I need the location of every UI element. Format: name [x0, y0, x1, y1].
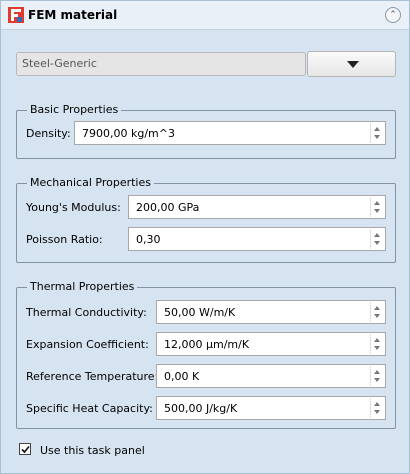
- reference-temperature-value: 0,00 K: [164, 370, 200, 383]
- checkmark-icon: [21, 445, 30, 454]
- expansion-coefficient-value: 12,000 µm/m/K: [164, 338, 250, 351]
- poisson-ratio-value: 0,30: [136, 233, 161, 246]
- spin-buttons[interactable]: [370, 302, 384, 322]
- chevron-down-icon: [347, 61, 359, 68]
- expansion-coefficient-label: Expansion Coefficient:: [26, 338, 149, 351]
- group-title: Mechanical Properties: [27, 176, 154, 189]
- thermal-properties-group: Thermal Properties Thermal Conductivity:…: [16, 280, 396, 429]
- group-title: Thermal Properties: [27, 280, 138, 293]
- expansion-coefficient-field[interactable]: 12,000 µm/m/K: [156, 332, 386, 356]
- density-value: 7900,00 kg/m^3: [82, 127, 175, 140]
- thermal-conductivity-label: Thermal Conductivity:: [26, 306, 147, 319]
- basic-properties-group: Basic Properties Density: 7900,00 kg/m^3: [16, 103, 396, 159]
- density-label: Density:: [26, 127, 71, 140]
- reference-temperature-label: Reference Temperature:: [26, 370, 159, 383]
- spin-buttons[interactable]: [370, 366, 384, 386]
- collapse-icon[interactable]: ⌃: [385, 7, 401, 23]
- task-panel: FEM material ⌃ Steel-Generic Basic Prope…: [0, 0, 410, 474]
- youngs-modulus-label: Young's Modulus:: [26, 201, 121, 214]
- specific-heat-capacity-value: 500,00 J/kg/K: [164, 402, 238, 415]
- poisson-ratio-label: Poisson Ratio:: [26, 233, 103, 246]
- spin-buttons[interactable]: [370, 229, 384, 249]
- youngs-modulus-field[interactable]: 200,00 GPa: [128, 195, 386, 219]
- poisson-ratio-field[interactable]: 0,30: [128, 227, 386, 251]
- thermal-conductivity-value: 50,00 W/m/K: [164, 306, 236, 319]
- group-title: Basic Properties: [27, 103, 122, 116]
- use-task-panel-label: Use this task panel: [40, 444, 145, 457]
- thermal-conductivity-field[interactable]: 50,00 W/m/K: [156, 300, 386, 324]
- specific-heat-capacity-label: Specific Heat Capacity:: [26, 402, 153, 415]
- spin-buttons[interactable]: [370, 398, 384, 418]
- material-select[interactable]: Steel-Generic: [16, 52, 306, 76]
- mechanical-properties-group: Mechanical Properties Young's Modulus: 2…: [16, 176, 396, 263]
- youngs-modulus-value: 200,00 GPa: [136, 201, 200, 214]
- panel-title: FEM material: [28, 8, 118, 22]
- spin-buttons[interactable]: [370, 123, 384, 143]
- freecad-logo-icon: [8, 7, 24, 23]
- spin-buttons[interactable]: [370, 334, 384, 354]
- spin-buttons[interactable]: [370, 197, 384, 217]
- density-field[interactable]: 7900,00 kg/m^3: [74, 121, 386, 145]
- material-dropdown-button[interactable]: [307, 51, 396, 77]
- specific-heat-capacity-field[interactable]: 500,00 J/kg/K: [156, 396, 386, 420]
- reference-temperature-field[interactable]: 0,00 K: [156, 364, 386, 388]
- panel-header: FEM material ⌃: [1, 1, 409, 30]
- use-task-panel-checkbox[interactable]: [19, 443, 31, 455]
